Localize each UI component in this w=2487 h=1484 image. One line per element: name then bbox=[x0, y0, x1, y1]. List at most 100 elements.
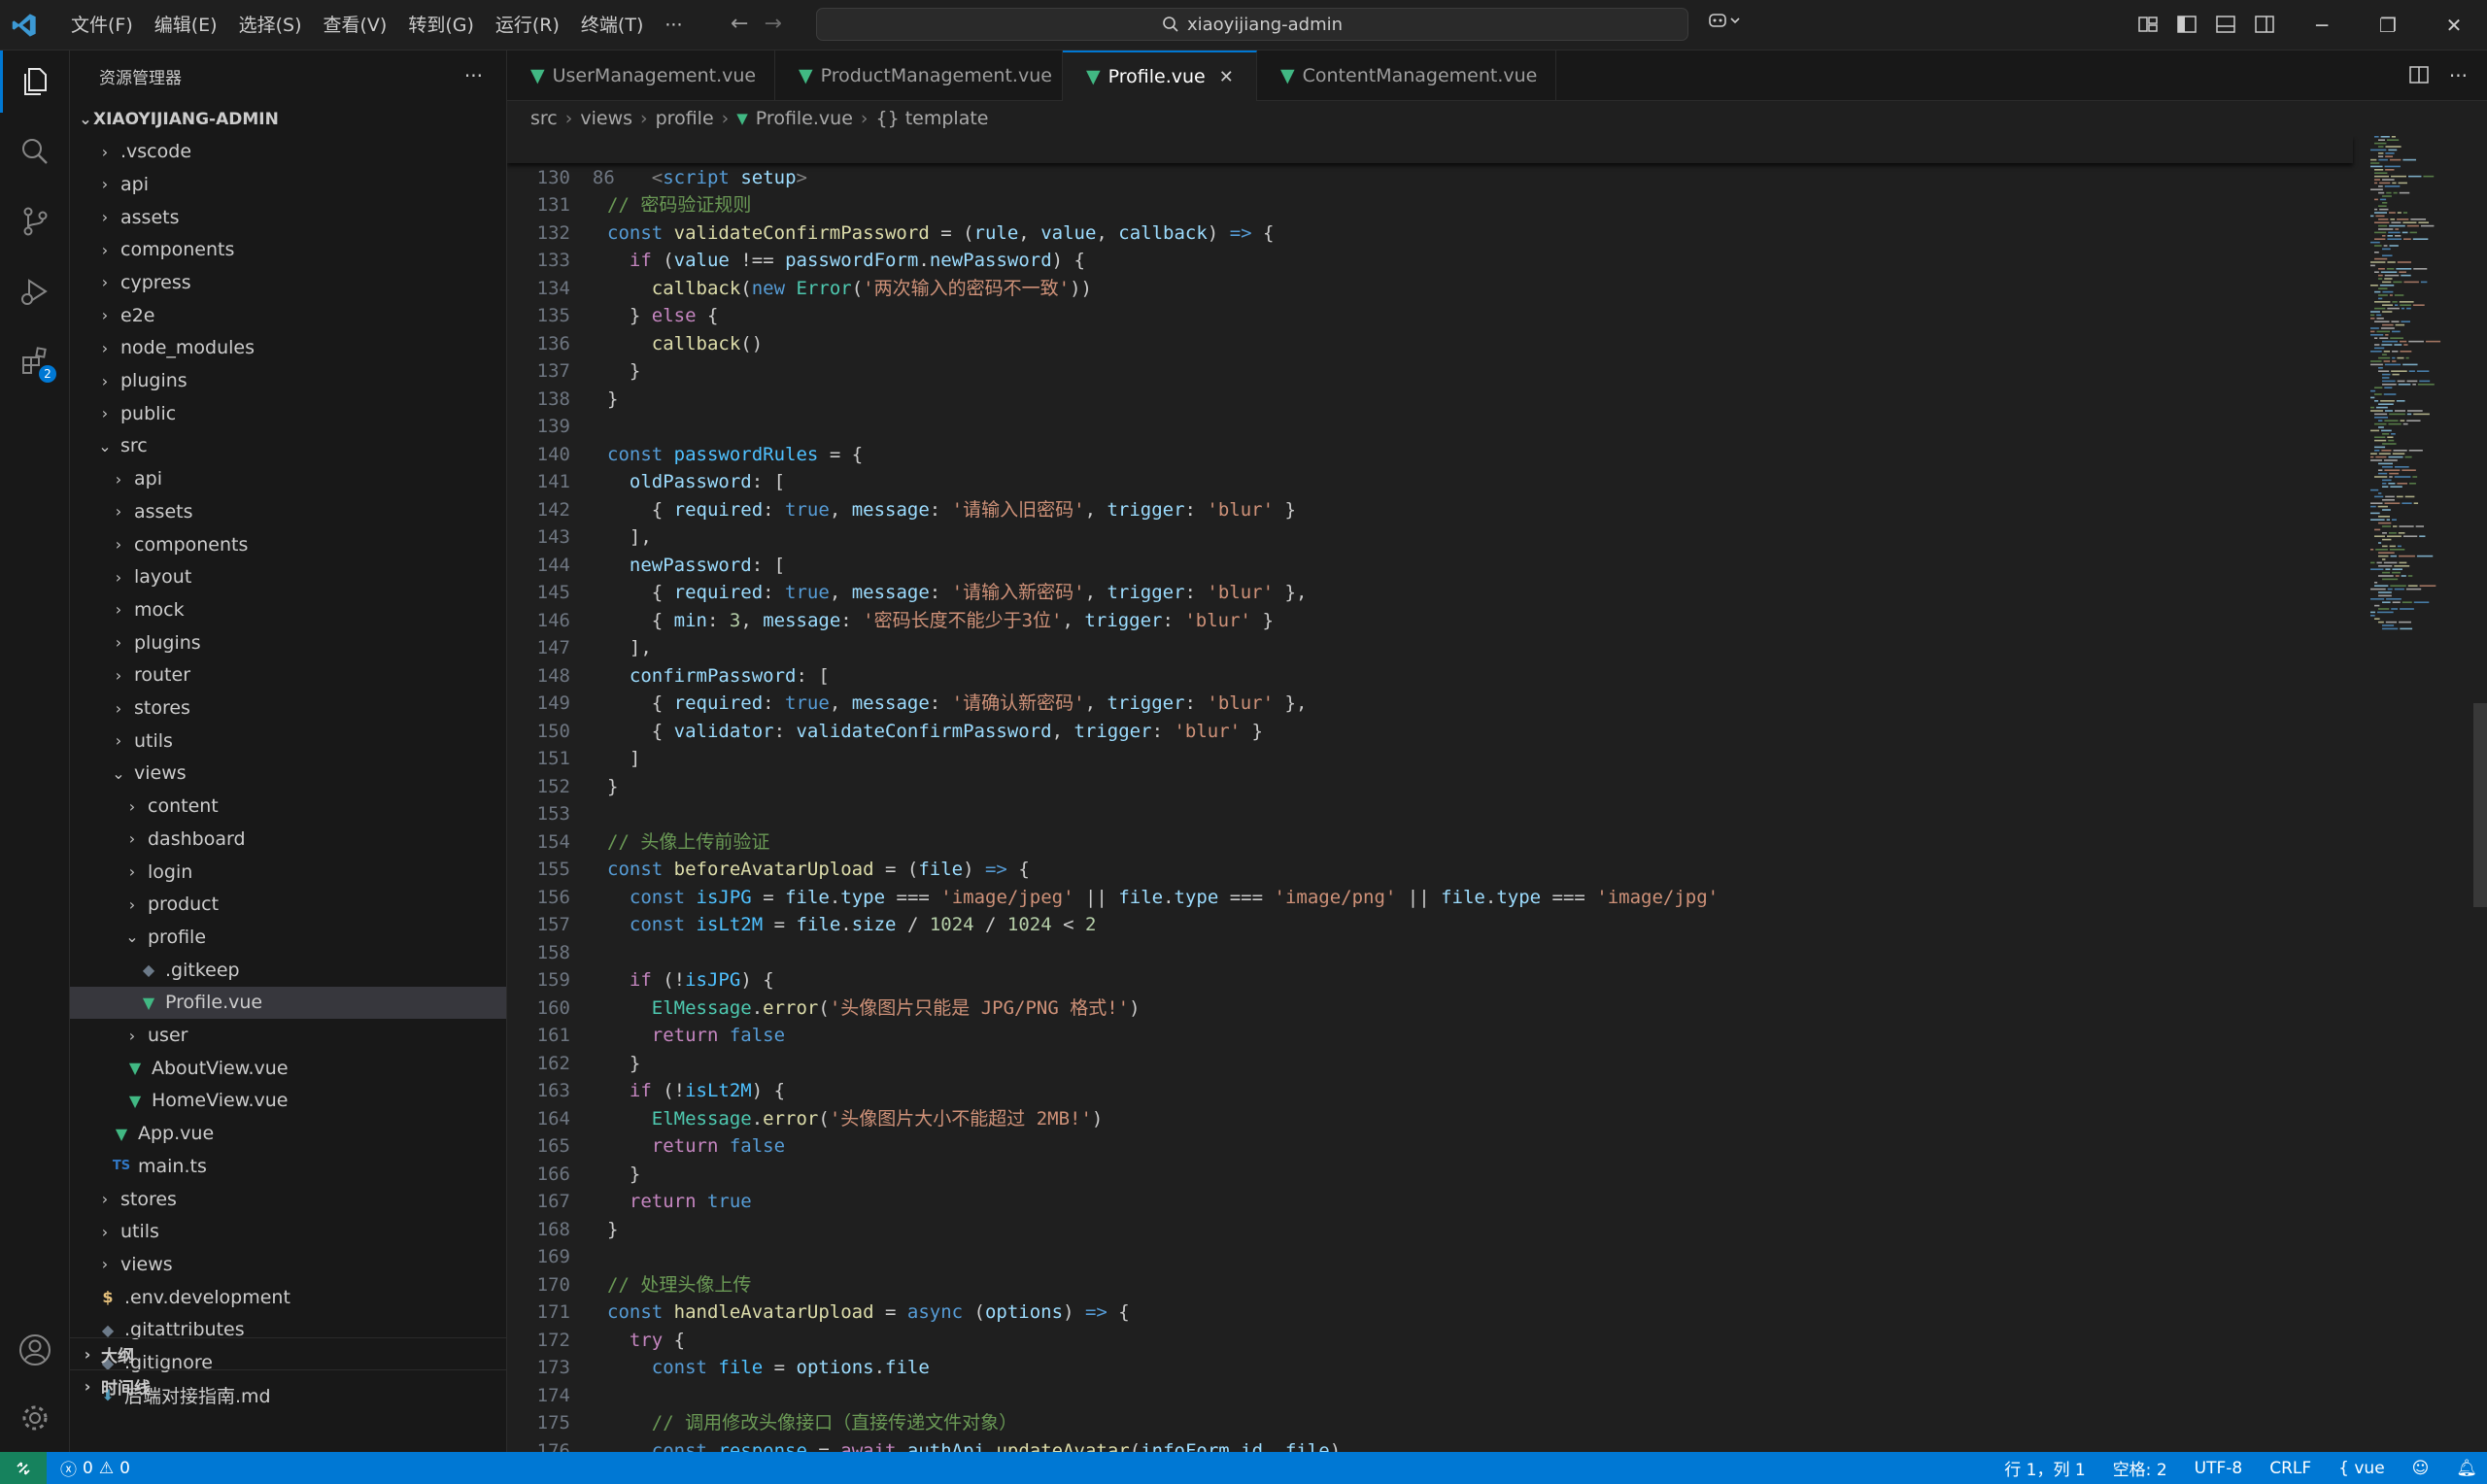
code-line[interactable]: 136 callback() bbox=[507, 330, 2353, 358]
code-line[interactable]: 131// 密码验证规则 bbox=[507, 191, 2353, 219]
timeline-panel[interactable]: › 时间线 bbox=[70, 1369, 506, 1401]
search-icon[interactable] bbox=[0, 120, 70, 183]
tree-folder[interactable]: › public bbox=[70, 397, 506, 429]
tree-folder[interactable]: › plugins bbox=[70, 626, 506, 658]
explorer-more-icon[interactable]: ··· bbox=[464, 64, 483, 87]
code-line[interactable]: 171 const handleAvatarUpload = async (opt… bbox=[507, 1298, 2353, 1327]
code-line[interactable]: 152} bbox=[507, 773, 2353, 801]
code-line[interactable]: 172 try { bbox=[507, 1327, 2353, 1355]
encoding[interactable]: UTF-8 bbox=[2195, 1459, 2243, 1478]
breadcrumb-item[interactable]: src bbox=[530, 108, 558, 129]
tab-product-management[interactable]: ▼ ProductManagement.vue bbox=[775, 51, 1063, 101]
minimize-icon[interactable]: ─ bbox=[2289, 0, 2355, 51]
source-control-icon[interactable] bbox=[0, 190, 70, 253]
more-actions-icon[interactable]: ··· bbox=[2449, 64, 2468, 87]
code-line[interactable]: 143 ], bbox=[507, 523, 2353, 552]
tab-profile[interactable]: ▼ Profile.vue ✕ bbox=[1063, 51, 1257, 101]
remote-indicator-icon[interactable] bbox=[0, 1452, 47, 1484]
tree-folder[interactable]: › utils bbox=[70, 725, 506, 757]
code-line[interactable]: 162 } bbox=[507, 1050, 2353, 1078]
code-editor[interactable]: 86<script setup> 130131// 密码验证规则132const… bbox=[507, 136, 2487, 1452]
minimap[interactable] bbox=[2368, 136, 2475, 641]
code-line[interactable]: 146 { min: 3, message: '密码长度不能少于3位', tri… bbox=[507, 607, 2353, 635]
explorer-icon[interactable] bbox=[0, 51, 70, 113]
tree-folder[interactable]: › stores bbox=[70, 1183, 506, 1215]
outline-panel[interactable]: › 大纲 bbox=[70, 1337, 506, 1369]
tree-folder[interactable]: › plugins bbox=[70, 365, 506, 397]
tree-folder[interactable]: › node_modules bbox=[70, 332, 506, 364]
breadcrumb-item[interactable]: Profile.vue bbox=[756, 108, 853, 129]
cursor-position[interactable]: 行 1，列 1 bbox=[2004, 1456, 2085, 1480]
menu-terminal[interactable]: 终端(T) bbox=[570, 0, 654, 51]
tree-folder[interactable]: › stores bbox=[70, 692, 506, 725]
code-line[interactable]: 170 // 处理头像上传 bbox=[507, 1271, 2353, 1299]
tree-folder[interactable]: › assets bbox=[70, 495, 506, 527]
problems-indicator[interactable]: ⓧ 0 ⚠ 0 bbox=[60, 1456, 130, 1481]
tab-content-management[interactable]: ▼ ContentManagement.vue bbox=[1257, 51, 1556, 101]
code-line[interactable]: 157 const isLt2M = file.size / 1024 / 10… bbox=[507, 911, 2353, 939]
code-line[interactable]: 175 // 调用修改头像接口（直接传递文件对象） bbox=[507, 1409, 2353, 1437]
code-line[interactable]: 161 return false bbox=[507, 1022, 2353, 1050]
code-line[interactable]: 164 ElMessage.error('头像图片大小不能超过 2MB!') bbox=[507, 1105, 2353, 1133]
code-line[interactable]: 174 bbox=[507, 1382, 2353, 1410]
menu-more[interactable]: ··· bbox=[654, 0, 693, 51]
tree-folder[interactable]: › .vscode bbox=[70, 136, 506, 168]
tree-file[interactable]: ◆ .gitkeep bbox=[70, 954, 506, 986]
code-line[interactable]: 153 bbox=[507, 800, 2353, 828]
close-tab-icon[interactable]: ✕ bbox=[1219, 67, 1234, 87]
tree-folder[interactable]: ⌄ profile bbox=[70, 921, 506, 953]
code-line[interactable]: 165 return false bbox=[507, 1132, 2353, 1161]
code-line[interactable]: 137 } bbox=[507, 357, 2353, 386]
tree-folder[interactable]: › components bbox=[70, 234, 506, 266]
toggle-panel-icon[interactable] bbox=[2215, 14, 2236, 35]
code-line[interactable]: 138} bbox=[507, 386, 2353, 414]
indentation[interactable]: 空格: 2 bbox=[2113, 1456, 2167, 1480]
code-line[interactable]: 135 } else { bbox=[507, 302, 2353, 330]
tree-folder[interactable]: › api bbox=[70, 463, 506, 495]
code-line[interactable]: 132 const validateConfirmPassword = (rule… bbox=[507, 219, 2353, 248]
extensions-icon[interactable]: 2 bbox=[0, 330, 70, 392]
customize-layout-icon[interactable] bbox=[2137, 14, 2159, 35]
code-line[interactable]: 167 return true bbox=[507, 1188, 2353, 1216]
sticky-scroll-line[interactable]: 86 <script setup> bbox=[507, 136, 2353, 188]
code-line[interactable]: 169 bbox=[507, 1243, 2353, 1271]
tree-folder[interactable]: › assets bbox=[70, 201, 506, 233]
tree-folder[interactable]: › login bbox=[70, 856, 506, 888]
code-line[interactable]: 147 ], bbox=[507, 634, 2353, 662]
tree-file[interactable]: ▼ HomeView.vue bbox=[70, 1085, 506, 1117]
code-line[interactable]: 149 { required: true, message: '请确认新密码',… bbox=[507, 690, 2353, 718]
run-debug-icon[interactable] bbox=[0, 260, 70, 322]
tree-folder[interactable]: › dashboard bbox=[70, 823, 506, 855]
notifications-bell-icon[interactable]: 🔔︎ bbox=[2456, 1459, 2477, 1478]
breadcrumb-item[interactable]: {} template bbox=[876, 108, 989, 129]
tree-folder[interactable]: › router bbox=[70, 659, 506, 691]
tree-folder[interactable]: › utils bbox=[70, 1216, 506, 1248]
code-line[interactable]: 173 const file = options.file bbox=[507, 1354, 2353, 1382]
code-line[interactable]: 139 bbox=[507, 413, 2353, 441]
code-line[interactable]: 145 { required: true, message: '请输入新密码',… bbox=[507, 579, 2353, 607]
breadcrumb-item[interactable]: views bbox=[580, 108, 632, 129]
toggle-primary-sidebar-icon[interactable] bbox=[2176, 14, 2197, 35]
editor-scrollbar[interactable] bbox=[2473, 703, 2487, 907]
code-line[interactable]: 141 oldPassword: [ bbox=[507, 468, 2353, 496]
menu-go[interactable]: 转到(G) bbox=[397, 0, 485, 51]
code-line[interactable]: 140 const passwordRules = { bbox=[507, 441, 2353, 469]
menu-edit[interactable]: 编辑(E) bbox=[144, 0, 228, 51]
tree-folder[interactable]: › api bbox=[70, 168, 506, 200]
menu-run[interactable]: 运行(R) bbox=[485, 0, 570, 51]
tree-file[interactable]: ▼ AboutView.vue bbox=[70, 1052, 506, 1084]
copilot-status-icon[interactable]: ☺ bbox=[2412, 1459, 2430, 1478]
code-line[interactable]: 154 // 头像上传前验证 bbox=[507, 828, 2353, 857]
tree-folder[interactable]: › cypress bbox=[70, 266, 506, 298]
command-center-search[interactable]: xiaoyijiang-admin bbox=[816, 8, 1688, 41]
tree-file[interactable]: $ .env.development bbox=[70, 1281, 506, 1313]
copilot-icon[interactable] bbox=[1708, 10, 1741, 33]
code-line[interactable]: 134 callback(new Error('两次输入的密码不一致')) bbox=[507, 275, 2353, 303]
code-line[interactable]: 163 if (!isLt2M) { bbox=[507, 1077, 2353, 1105]
accounts-icon[interactable] bbox=[0, 1319, 70, 1381]
tree-file[interactable]: TS main.ts bbox=[70, 1150, 506, 1182]
breadcrumb-item[interactable]: profile bbox=[656, 108, 714, 129]
code-line[interactable]: 168} bbox=[507, 1216, 2353, 1244]
tree-folder[interactable]: ⌄ src bbox=[70, 430, 506, 462]
code-line[interactable]: 150 { validator: validateConfirmPassword… bbox=[507, 718, 2353, 746]
